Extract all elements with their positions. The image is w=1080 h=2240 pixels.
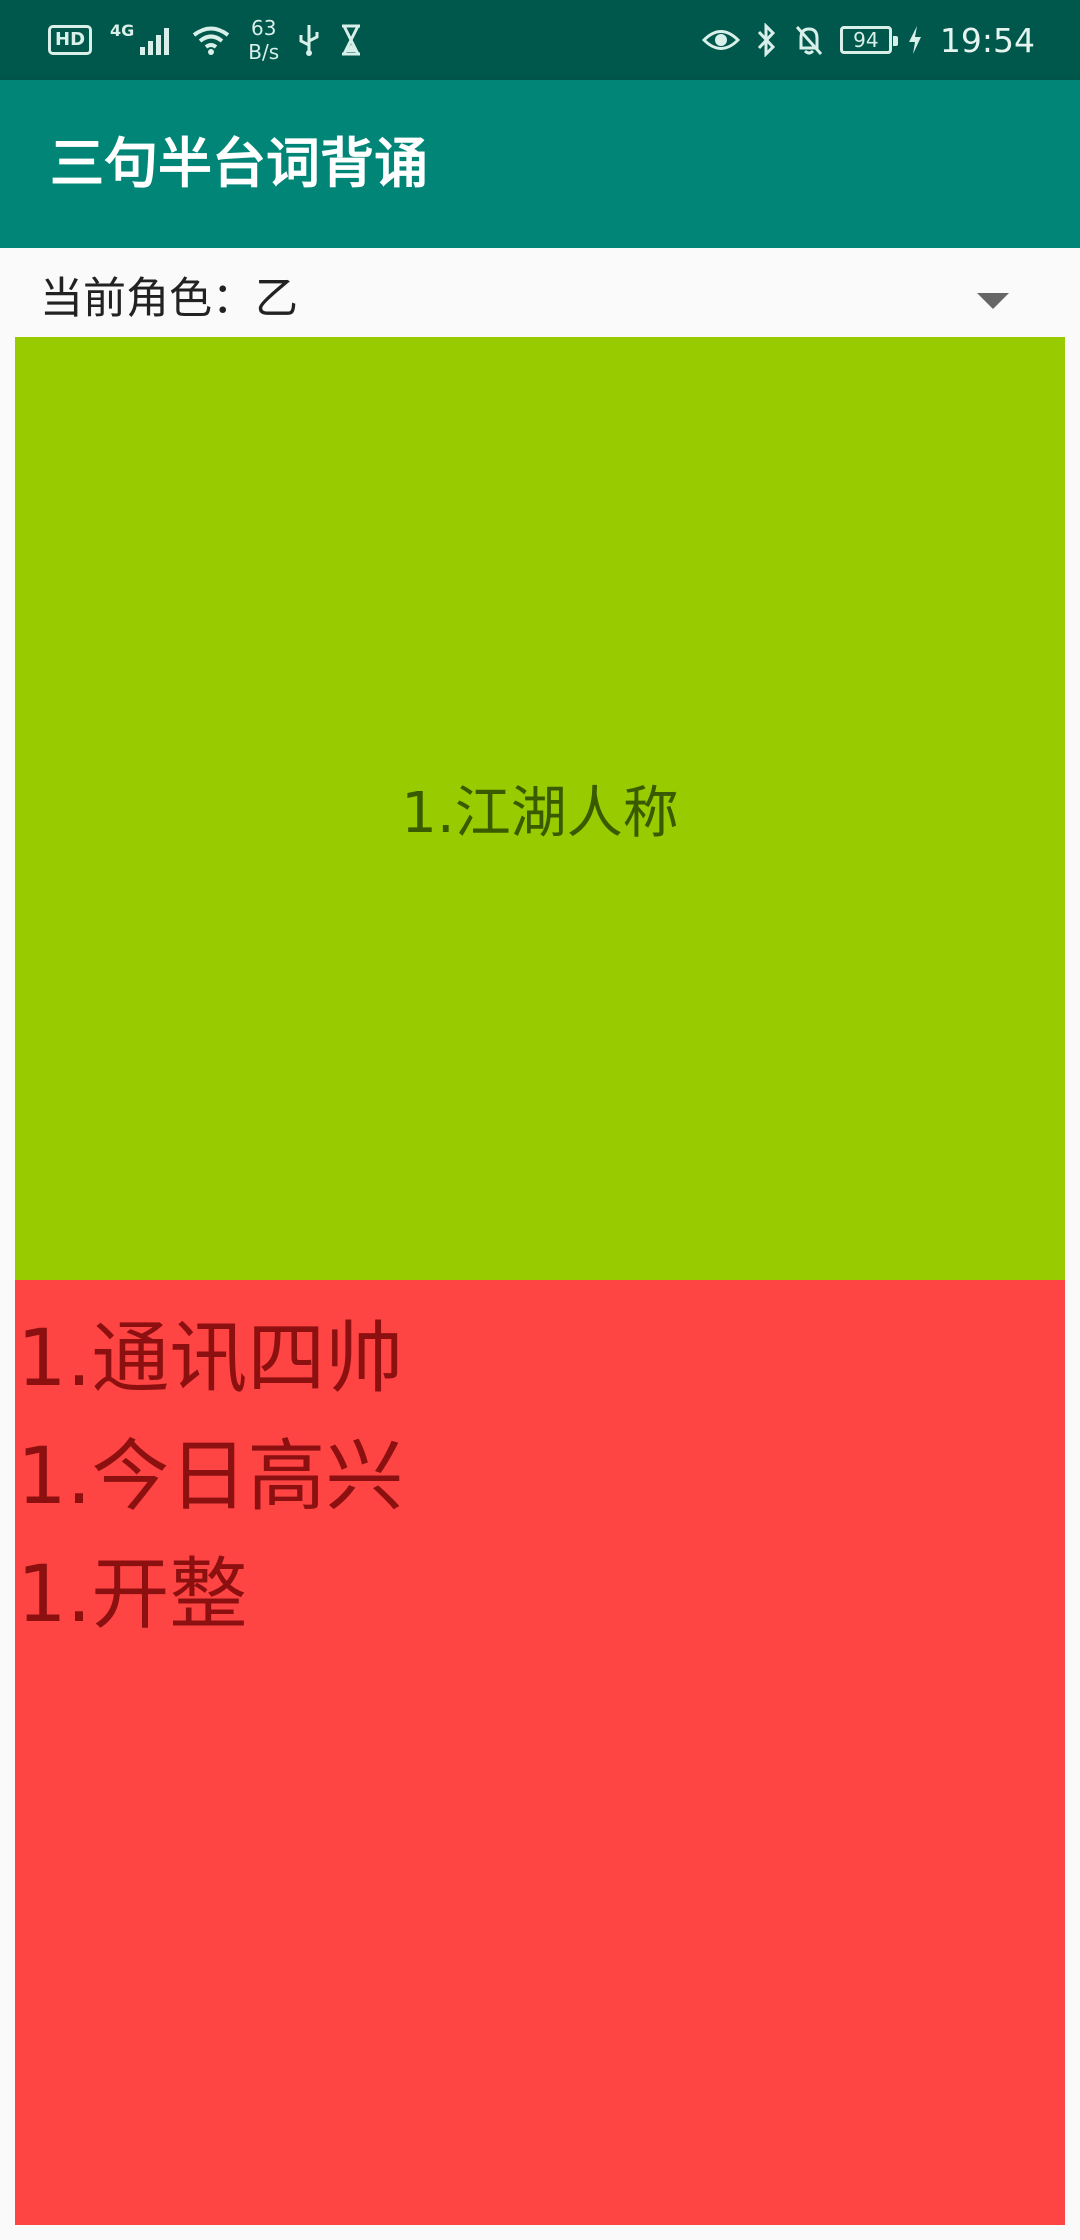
hourglass-icon: [342, 24, 361, 56]
app-title: 三句半台词背诵: [50, 132, 428, 195]
eye-icon: [701, 30, 740, 50]
status-left-group: HD 4G 63 B/s: [48, 0, 363, 80]
signal-icon: [140, 28, 170, 55]
current-line-panel[interactable]: 1.江湖人称: [15, 337, 1065, 1280]
speed-value: 63: [251, 16, 277, 40]
battery-indicator: 94: [839, 26, 898, 54]
status-bar: HD 4G 63 B/s 94 19:54: [0, 0, 1080, 80]
other-lines-panel[interactable]: 1.通讯四帅 1.今日高兴 1.开整: [15, 1280, 1065, 2225]
bell-off-icon: [795, 26, 823, 55]
usb-icon: [299, 25, 319, 56]
charging-icon: [908, 26, 921, 54]
network-type: 4G: [110, 20, 135, 40]
network-speed: 63 B/s: [248, 16, 279, 64]
line-item: 1.今日高兴: [17, 1432, 404, 1522]
bluetooth-icon: [757, 23, 775, 57]
status-right-group: 94 19:54: [701, 0, 1035, 80]
line-item: 1.开整: [17, 1550, 248, 1640]
hd-badge: HD: [48, 25, 93, 55]
clock: 19:54: [939, 20, 1035, 60]
speed-unit: B/s: [248, 40, 280, 64]
line-item: 1.通讯四帅: [17, 1314, 404, 1404]
role-label: 当前角色：乙: [40, 274, 298, 324]
current-line-text: 1.江湖人称: [401, 781, 679, 846]
wifi-icon: [193, 26, 230, 55]
app-bar: 三句半台词背诵: [0, 80, 1080, 248]
dropdown-arrow-icon[interactable]: [977, 293, 1009, 309]
role-spinner[interactable]: 当前角色：乙: [0, 248, 1080, 336]
